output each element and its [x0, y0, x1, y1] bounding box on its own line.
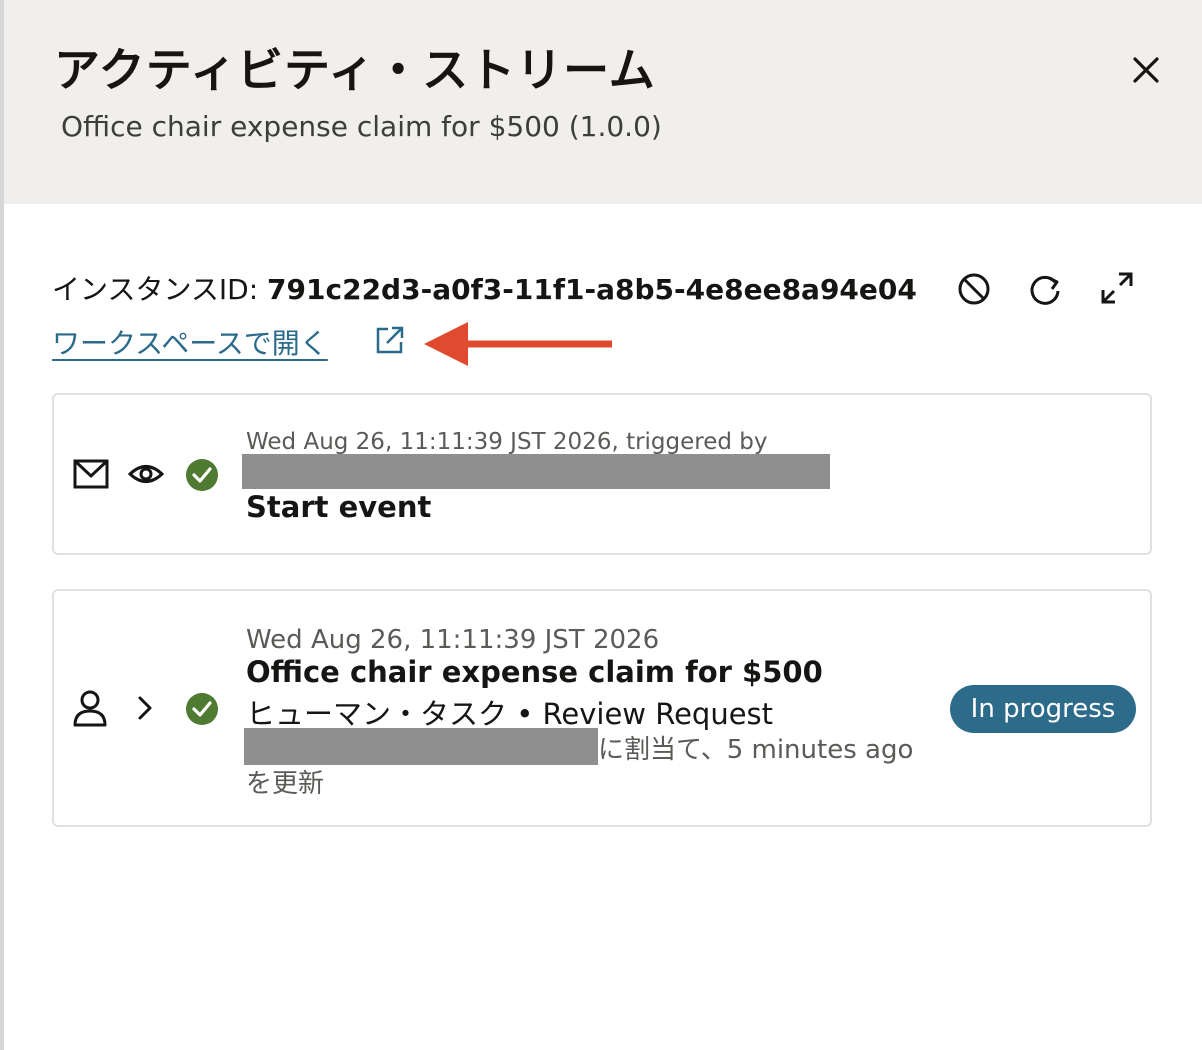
redacted-assignee: [244, 728, 598, 765]
envelope-icon: [73, 459, 109, 489]
check-circle-icon: [186, 693, 218, 725]
instance-id-label: インスタンスID:: [52, 273, 268, 306]
event-title: Office chair expense claim for $500: [246, 655, 823, 689]
open-in-workspace-link[interactable]: ワークスペースで開く: [52, 322, 328, 362]
cancel-instance-button[interactable]: [954, 269, 994, 309]
event-card-start: Wed Aug 26, 11:11:39 JST 2026, triggered…: [52, 393, 1152, 555]
check-circle-icon: [186, 459, 218, 491]
instance-id-row: インスタンスID: 791c22d3-a0f3-11f1-a8b5-4e8ee8…: [52, 268, 917, 308]
event-title: Start event: [246, 490, 432, 524]
cancel-icon: [958, 273, 990, 305]
event-timestamp: Wed Aug 26, 11:11:39 JST 2026, triggered…: [246, 429, 768, 455]
event-updated-text: を更新: [246, 769, 325, 799]
arrow-left-icon: [424, 322, 612, 366]
status-badge: In progress: [950, 685, 1136, 733]
dialog-subtitle: Office chair expense claim for $500 (1.0…: [61, 110, 662, 143]
refresh-button[interactable]: [1025, 269, 1065, 309]
close-button[interactable]: [1126, 50, 1166, 90]
chevron-right-icon[interactable]: [134, 695, 156, 721]
instance-id-value: 791c22d3-a0f3-11f1-a8b5-4e8ee8a94e04: [267, 273, 917, 306]
dialog-header: アクティビティ・ストリーム Office chair expense claim…: [4, 0, 1202, 204]
redacted-user: [242, 454, 830, 489]
event-card-task: Wed Aug 26, 11:11:39 JST 2026 Office cha…: [52, 589, 1152, 827]
person-icon: [73, 690, 107, 727]
external-link-button[interactable]: [374, 324, 406, 356]
eye-icon: [128, 465, 164, 483]
refresh-icon: [1030, 275, 1060, 305]
dialog-title: アクティビティ・ストリーム: [54, 43, 656, 97]
event-assigned-text: に割当て、5 minutes ago: [598, 735, 914, 765]
expand-button[interactable]: [1097, 268, 1137, 308]
event-timestamp: Wed Aug 26, 11:11:39 JST 2026: [246, 625, 660, 655]
expand-icon: [1101, 272, 1133, 304]
close-icon: [1133, 57, 1159, 83]
external-link-icon: [376, 326, 404, 354]
event-type-line: ヒューマン・タスク • Review Request: [246, 697, 774, 731]
